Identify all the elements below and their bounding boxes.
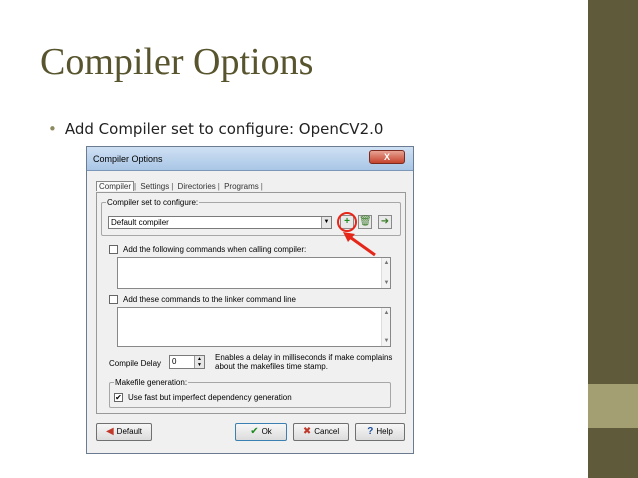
close-button[interactable]: X: [369, 150, 405, 164]
scrollbar[interactable]: ▲ ▼: [381, 308, 390, 346]
highlight-circle: [337, 212, 357, 232]
trash-icon: 🗑: [359, 216, 372, 227]
compiler-commands-checkbox[interactable]: [109, 245, 118, 254]
chevron-down-icon[interactable]: ▼: [321, 217, 331, 228]
compile-delay-hint-2: about the makefiles time stamp.: [215, 362, 328, 371]
default-button[interactable]: ◀ Default: [96, 423, 152, 441]
tab-compiler[interactable]: Compiler: [96, 181, 135, 191]
fast-dependency-label: Use fast but imperfect dependency genera…: [128, 393, 292, 402]
ok-button[interactable]: ✔ Ok: [235, 423, 287, 441]
help-icon: ?: [367, 426, 374, 437]
scroll-up-icon[interactable]: ▲: [382, 260, 391, 266]
scrollbar[interactable]: ▲ ▼: [381, 258, 390, 288]
makefile-group-label: Makefile generation:: [114, 378, 189, 387]
dialog-titlebar: Compiler Options X: [87, 147, 413, 171]
dialog-title: Compiler Options: [93, 154, 163, 164]
help-button-label: Help: [376, 427, 393, 436]
cancel-button[interactable]: ✖ Cancel: [293, 423, 349, 441]
bullet-text: Add Compiler set to configure: OpenCV2.0: [64, 120, 384, 138]
help-button[interactable]: ? Help: [355, 423, 405, 441]
arrow-left-icon: ◀: [105, 426, 114, 437]
makefile-group: Makefile generation: ✔ Use fast but impe…: [109, 378, 391, 408]
tab-separator: |: [171, 182, 174, 191]
scroll-up-icon[interactable]: ▲: [382, 310, 391, 316]
slide-bullet: • Add Compiler set to configure: OpenCV2.…: [48, 120, 383, 138]
checkmark-icon: ✔: [250, 426, 259, 437]
scroll-down-icon[interactable]: ▼: [382, 338, 391, 344]
decorative-strip-accent: [588, 384, 638, 428]
ok-button-label: Ok: [261, 427, 272, 436]
compiler-set-label: Compiler set to configure:: [106, 198, 200, 207]
compiler-options-dialog: Compiler Options X Compiler | Settings | D…: [86, 146, 414, 454]
compiler-set-select[interactable]: Default compiler ▼: [108, 216, 332, 229]
default-button-label: Default: [116, 427, 143, 436]
tab-programs[interactable]: Programs: [222, 182, 261, 191]
compile-delay-hint-1: Enables a delay in milliseconds if make …: [215, 353, 393, 362]
arrow-icon: ➜: [380, 216, 390, 227]
red-arrow-annotation: [343, 232, 376, 257]
tab-separator: |: [260, 182, 263, 191]
rename-compiler-button[interactable]: ➜: [378, 215, 392, 229]
fast-dependency-checkbox[interactable]: ✔: [114, 393, 123, 402]
compiler-commands-textarea[interactable]: ▲ ▼: [117, 257, 391, 289]
linker-commands-label: Add these commands to the linker command…: [123, 295, 296, 304]
scroll-down-icon[interactable]: ▼: [382, 280, 391, 286]
tab-bar: Compiler | Settings | Directories | Program…: [96, 181, 263, 192]
compiler-commands-label: Add the following commands when calling …: [123, 245, 307, 254]
cross-icon: ✖: [302, 426, 312, 437]
compiler-set-value: Default compiler: [111, 218, 169, 227]
cancel-button-label: Cancel: [314, 427, 340, 436]
delete-compiler-button[interactable]: 🗑: [358, 215, 372, 229]
linker-commands-textarea[interactable]: ▲ ▼: [117, 307, 391, 347]
bullet-dot: •: [48, 120, 57, 138]
compiler-tab-panel: Compiler set to configure: Default compi…: [96, 192, 406, 414]
tab-separator: |: [134, 182, 137, 191]
tab-settings[interactable]: Settings: [138, 182, 171, 191]
linker-commands-checkbox[interactable]: [109, 295, 118, 304]
compile-delay-value: 0: [172, 357, 177, 366]
tab-directories[interactable]: Directories: [176, 182, 218, 191]
compile-delay-label: Compile Delay: [109, 359, 162, 368]
spinner-arrows-icon[interactable]: ▲ ▼: [194, 356, 204, 368]
tab-separator: |: [217, 182, 220, 191]
slide-title: Compiler Options: [40, 41, 314, 83]
compile-delay-spinner[interactable]: 0 ▲ ▼: [169, 355, 205, 369]
